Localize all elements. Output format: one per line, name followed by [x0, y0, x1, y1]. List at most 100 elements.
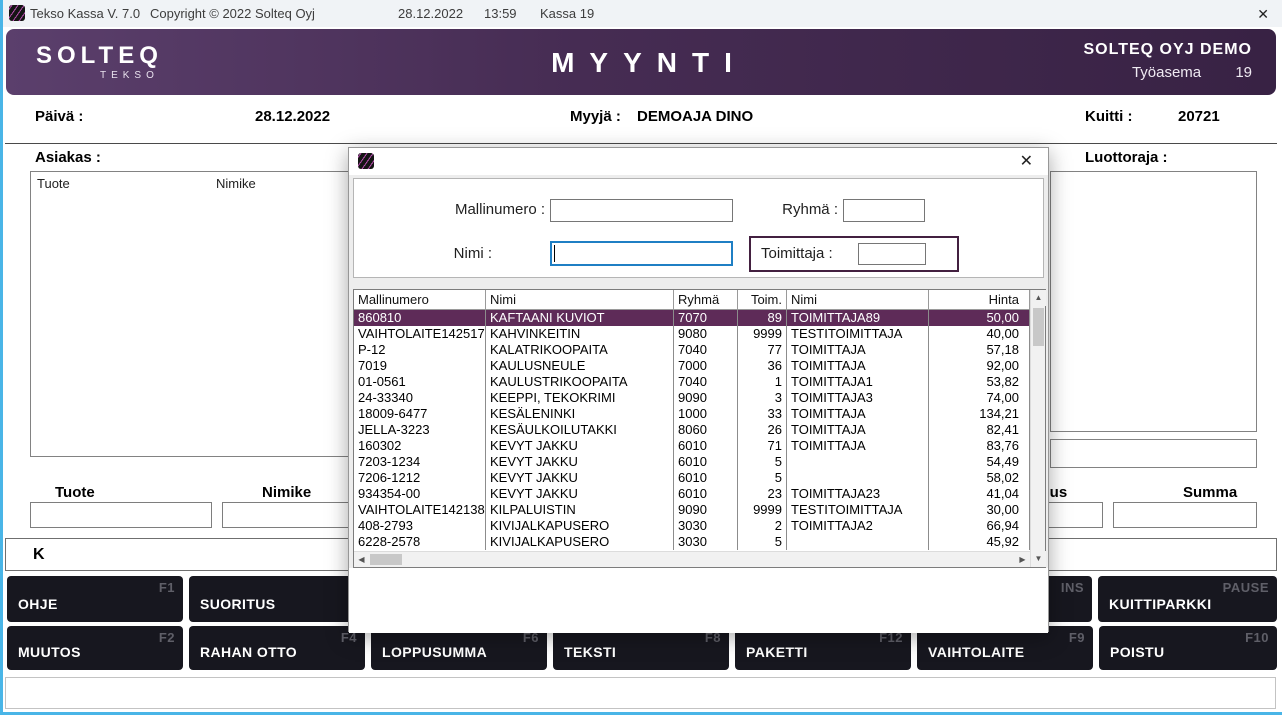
- table-cell: 82,41: [929, 422, 1030, 438]
- fn-button-label: POISTU: [1110, 644, 1165, 660]
- horizontal-scrollbar[interactable]: ◀ ▶: [354, 551, 1030, 567]
- scroll-down-icon[interactable]: ▼: [1031, 551, 1046, 567]
- table-column-header[interactable]: Nimi: [486, 290, 674, 309]
- fn-button-label: OHJE: [18, 596, 58, 612]
- table-cell: 24-33340: [354, 390, 486, 406]
- workstation-label: Työasema: [1132, 64, 1201, 81]
- table-cell: 83,76: [929, 438, 1030, 454]
- table-row[interactable]: 7203-1234KEVYT JAKKU6010554,49: [354, 454, 1030, 470]
- table-cell: TOIMITTAJA23: [787, 486, 929, 502]
- group-label: Ryhmä :: [738, 201, 838, 218]
- horizontal-scroll-thumb[interactable]: [370, 554, 402, 565]
- table-row[interactable]: 160302KEVYT JAKKU601071TOIMITTAJA83,76: [354, 438, 1030, 454]
- model-number-input[interactable]: [550, 199, 733, 222]
- supplier-input[interactable]: [858, 243, 926, 265]
- supplier-group-box: Toimittaja :: [749, 236, 959, 272]
- table-cell: 2: [738, 518, 787, 534]
- page-title: MYYNTI: [551, 47, 747, 79]
- brand-sub: TEKSO: [36, 70, 163, 81]
- table-row[interactable]: 860810KAFTAANI KUVIOT707089TOIMITTAJA895…: [354, 310, 1030, 326]
- table-cell: 160302: [354, 438, 486, 454]
- entry-name-label: Nimike: [262, 484, 311, 501]
- table-row[interactable]: 24-33340KEEPPI, TEKOKRIMI90903TOIMITTAJA…: [354, 390, 1030, 406]
- table-cell: 7040: [674, 342, 738, 358]
- table-cell: 3030: [674, 534, 738, 550]
- table-cell: 40,00: [929, 326, 1030, 342]
- table-cell: 6010: [674, 454, 738, 470]
- text-caret: [554, 245, 555, 262]
- table-cell: KESÄULKOILUTAKKI: [486, 422, 674, 438]
- table-row[interactable]: 934354-00KEVYT JAKKU601023TOIMITTAJA2341…: [354, 486, 1030, 502]
- table-row[interactable]: VAIHTOLAITE142138KILPALUISTIN90909999TES…: [354, 502, 1030, 518]
- app-logo-icon: [9, 5, 25, 21]
- table-column-header[interactable]: Hinta: [929, 290, 1030, 309]
- table-cell: TESTITOIMITTAJA: [787, 326, 929, 342]
- list-header-product: Tuote: [37, 176, 70, 191]
- dialog-close-icon[interactable]: ✕: [1020, 151, 1033, 171]
- fn-button-label: MUUTOS: [18, 644, 81, 660]
- entry-product-input[interactable]: [30, 502, 212, 528]
- table-cell: [787, 470, 929, 486]
- table-cell: 89: [738, 310, 787, 326]
- table-row[interactable]: 18009-6477KESÄLENINKI100033TOIMITTAJA134…: [354, 406, 1030, 422]
- table-row[interactable]: P-12KALATRIKOOPAITA704077TOIMITTAJA57,18: [354, 342, 1030, 358]
- window-titlebar: Tekso Kassa V. 7.0 Copyright © 2022 Solt…: [0, 0, 1282, 27]
- fn-suoritus-button[interactable]: SUORITUS: [189, 576, 365, 622]
- fn-muutos-button[interactable]: F2MUUTOS: [7, 626, 183, 670]
- table-cell: TOIMITTAJA1: [787, 374, 929, 390]
- fn-rahan-otto-button[interactable]: F4RAHAN OTTO: [189, 626, 365, 670]
- table-row[interactable]: JELLA-3223KESÄULKOILUTAKKI806026TOIMITTA…: [354, 422, 1030, 438]
- app-header: SOLTEQ TEKSO MYYNTI SOLTEQ OYJ DEMO Työa…: [6, 29, 1276, 95]
- table-row[interactable]: 6228-2578KIVIJALKAPUSERO3030545,92: [354, 534, 1030, 550]
- scroll-up-icon[interactable]: ▲: [1031, 290, 1046, 306]
- name-input[interactable]: [550, 241, 733, 266]
- table-column-header[interactable]: Toim.: [738, 290, 787, 309]
- app-window: Tekso Kassa V. 7.0 Copyright © 2022 Solt…: [0, 0, 1282, 715]
- table-cell: VAIHTOLAITE142138: [354, 502, 486, 518]
- table-cell: TOIMITTAJA2: [787, 518, 929, 534]
- scroll-left-icon[interactable]: ◀: [354, 552, 369, 567]
- table-row[interactable]: VAIHTOLAITE142517KAHVINKEITIN90809999TES…: [354, 326, 1030, 342]
- table-column-header[interactable]: Mallinumero: [354, 290, 486, 309]
- group-input[interactable]: [843, 199, 925, 222]
- table-row[interactable]: 01-0561KAULUSTRIKOOPAITA70401TOIMITTAJA1…: [354, 374, 1030, 390]
- fn-ohje-button[interactable]: F1 OHJE: [7, 576, 183, 622]
- table-cell: 1000: [674, 406, 738, 422]
- scroll-right-icon[interactable]: ▶: [1015, 552, 1030, 567]
- table-row[interactable]: 7019KAULUSNEULE700036TOIMITTAJA92,00: [354, 358, 1030, 374]
- fn-key-label: PAUSE: [1223, 580, 1269, 595]
- table-cell: 6010: [674, 438, 738, 454]
- table-cell: 408-2793: [354, 518, 486, 534]
- workstation-number: 19: [1235, 64, 1252, 81]
- table-column-header[interactable]: Nimi: [787, 290, 929, 309]
- vertical-scrollbar[interactable]: ▲ ▼: [1030, 290, 1045, 567]
- window-close-icon[interactable]: ✕: [1257, 6, 1269, 23]
- fn-kuittiparkki-button[interactable]: PAUSE KUITTIPARKKI: [1098, 576, 1277, 622]
- table-cell: KALATRIKOOPAITA: [486, 342, 674, 358]
- table-cell: 934354-00: [354, 486, 486, 502]
- fn-button-label: LOPPUSUMMA: [382, 644, 487, 660]
- table-cell: TOIMITTAJA89: [787, 310, 929, 326]
- table-cell: 9090: [674, 502, 738, 518]
- table-row[interactable]: 7206-1212KEVYT JAKKU6010558,02: [354, 470, 1030, 486]
- status-strip: [5, 677, 1276, 709]
- table-cell: 92,00: [929, 358, 1030, 374]
- name-label: Nimi :: [374, 245, 492, 262]
- entry-sum-input[interactable]: [1113, 502, 1257, 528]
- receipt-label: Kuitti :: [1085, 108, 1132, 125]
- table-row[interactable]: 408-2793KIVIJALKAPUSERO30302TOIMITTAJA26…: [354, 518, 1030, 534]
- fn-poistu-button[interactable]: F10POISTU: [1099, 626, 1277, 670]
- table-cell: 7000: [674, 358, 738, 374]
- fn-button-label: KUITTIPARKKI: [1109, 596, 1212, 612]
- table-column-header[interactable]: Ryhmä: [674, 290, 738, 309]
- receipt-value: 20721: [1178, 108, 1220, 125]
- product-table: MallinumeroNimiRyhmäToim.NimiHinta 86081…: [353, 289, 1046, 568]
- table-cell: 30,00: [929, 502, 1030, 518]
- table-cell: 45,92: [929, 534, 1030, 550]
- table-cell: TOIMITTAJA: [787, 422, 929, 438]
- vertical-scroll-thumb[interactable]: [1033, 308, 1044, 346]
- table-cell: 50,00: [929, 310, 1030, 326]
- table-cell: KESÄLENINKI: [486, 406, 674, 422]
- dialog-titlebar: ✕: [349, 148, 1048, 175]
- table-cell: 9999: [738, 326, 787, 342]
